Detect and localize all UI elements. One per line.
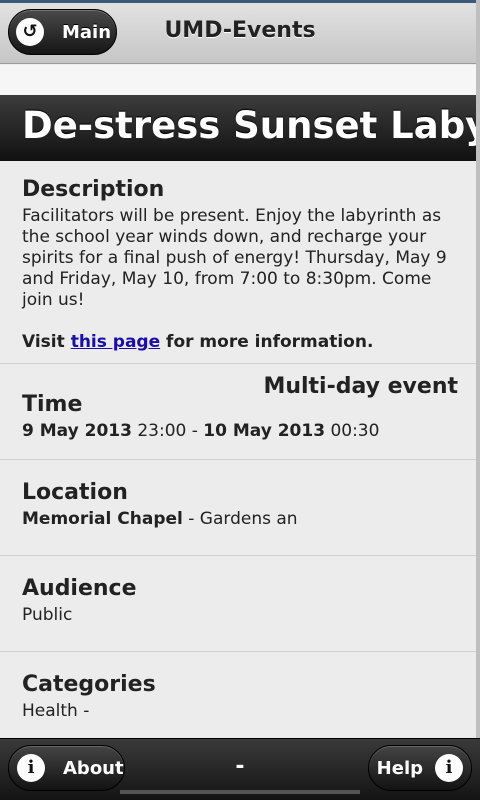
end-date: 10 May 2013: [203, 421, 326, 441]
visit-line: Visit this page for more information.: [22, 332, 454, 353]
event-title: De-stress Sunset Labyrinth: [22, 104, 480, 147]
location-value: Memorial Chapel - Gardens an: [22, 509, 454, 530]
location-section: Location Memorial Chapel - Gardens an: [0, 460, 476, 556]
time-value: 9 May 2013 23:00 - 10 May 2013 00:30: [22, 421, 454, 442]
multi-day-badge: Multi-day event: [263, 374, 458, 399]
bottom-indicator: [120, 790, 360, 794]
scrollbar[interactable]: [476, 0, 480, 738]
start-time: 23:00 -: [131, 421, 204, 441]
description-text: Facilitators will be present. Enjoy the …: [22, 206, 447, 310]
event-details: Description Facilitators will be present…: [0, 161, 476, 748]
categories-section: Categories Health -: [0, 652, 476, 748]
event-title-bar: De-stress Sunset Labyrinth: [0, 95, 480, 161]
end-time: 00:30: [325, 421, 380, 441]
help-button[interactable]: Help i: [368, 745, 472, 791]
header-spacer: [0, 65, 480, 95]
audience-heading: Audience: [22, 576, 137, 601]
audience-section: Audience Public: [0, 556, 476, 652]
categories-value: Health -: [22, 701, 90, 721]
location-detail: - Gardens an: [182, 509, 298, 529]
audience-value: Public: [22, 605, 73, 625]
description-section: Description Facilitators will be present…: [0, 161, 476, 364]
help-label: Help: [376, 757, 423, 779]
location-heading: Location: [22, 480, 128, 505]
visit-suffix: for more information.: [160, 332, 374, 352]
location-name: Memorial Chapel: [22, 509, 183, 529]
info-icon: i: [435, 754, 463, 782]
description-heading: Description: [22, 177, 165, 202]
visit-prefix: Visit: [22, 332, 71, 352]
app-title: UMD-Events: [164, 18, 316, 43]
more-info-link[interactable]: this page: [71, 332, 160, 352]
start-date: 9 May 2013: [22, 421, 132, 441]
categories-heading: Categories: [22, 672, 156, 697]
time-section: Multi-day event Time 9 May 2013 23:00 - …: [0, 364, 476, 460]
app-header: ↺ Main UMD-Events: [0, 0, 480, 64]
